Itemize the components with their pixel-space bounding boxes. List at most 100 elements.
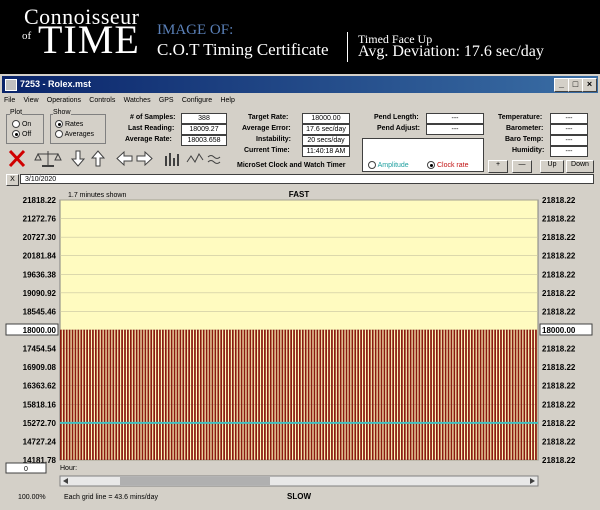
menu-file[interactable]: File — [4, 97, 15, 104]
wave-graph-icon[interactable] — [207, 155, 221, 164]
chart-bar — [468, 329, 470, 460]
chart-bar — [485, 329, 488, 460]
arrow-right-icon[interactable] — [136, 150, 153, 167]
arrow-down-icon[interactable] — [70, 150, 86, 167]
maximize-button[interactable]: □ — [568, 78, 583, 92]
chart-bar — [377, 329, 380, 460]
y-tick-left: 20727.30 — [23, 233, 57, 242]
target-rate-field[interactable]: 18000.00 — [302, 113, 350, 124]
y-tick-right: 21818.22 — [542, 345, 576, 354]
chart-bar — [342, 329, 345, 460]
chart-bar — [386, 329, 389, 460]
date-field[interactable]: 3/10/2020 — [20, 174, 594, 184]
chart-bar — [503, 329, 505, 460]
chart-bar — [246, 329, 249, 460]
down-button[interactable]: Down — [566, 160, 594, 173]
plus-button[interactable]: + — [488, 160, 508, 173]
chart-bar — [234, 329, 237, 460]
close-date-button[interactable]: X — [6, 174, 19, 186]
amplitude-radio[interactable]: Amplitude — [368, 161, 409, 169]
bar-graph-icon[interactable] — [165, 153, 179, 166]
chart-bar — [450, 329, 453, 460]
chart-bar — [304, 329, 307, 460]
menu-operations[interactable]: Operations — [47, 97, 81, 104]
chart-bar — [438, 329, 441, 460]
microset-label: MicroSet Clock and Watch Timer — [237, 162, 346, 169]
samples-field: 388 — [181, 113, 227, 124]
menu-help[interactable]: Help — [220, 97, 234, 104]
chart-bar — [444, 329, 447, 460]
chart-bar — [433, 329, 435, 460]
average-error-field: 17.6 sec/day — [302, 124, 350, 135]
chart-bar — [290, 329, 293, 460]
chart-bar — [243, 329, 246, 460]
arrow-up-icon[interactable] — [90, 150, 106, 167]
menu-watches[interactable]: Watches — [124, 97, 151, 104]
rate-chart: 1.7 minutes shown FAST 21818.22 21818.22 212… — [4, 188, 596, 506]
y-tick-right: 21818.22 — [542, 456, 576, 465]
menu-view[interactable]: View — [24, 97, 39, 104]
show-averages-radio[interactable]: Averages — [55, 130, 94, 138]
chart-bar — [406, 329, 409, 460]
chart-bar — [261, 329, 263, 460]
chart-bar — [371, 329, 374, 460]
chart-bar — [138, 329, 141, 460]
chart-bar — [500, 329, 502, 460]
chart-bar — [529, 329, 532, 460]
minus-button[interactable]: — — [512, 160, 532, 173]
chart-bar — [65, 329, 68, 460]
temperature-label: Temperature: — [498, 114, 543, 121]
chart-bar — [77, 329, 80, 460]
chart-bar — [127, 329, 129, 460]
minimize-button[interactable]: _ — [554, 78, 569, 92]
stop-icon[interactable] — [8, 149, 26, 168]
chart-bar — [339, 329, 342, 460]
scrollbar-thumb[interactable] — [120, 477, 270, 485]
baro-temp-label: Baro Temp: — [505, 136, 544, 143]
y-tick-right: 21818.22 — [542, 270, 576, 279]
chart-bar — [360, 329, 362, 460]
y-tick-right: 21818.22 — [542, 215, 576, 224]
show-group-label: Show — [53, 109, 71, 116]
chart-bar — [80, 329, 83, 460]
chart-bar — [129, 329, 132, 460]
instability-label: Instability: — [256, 136, 292, 143]
chart-bar — [118, 329, 121, 460]
chart-bar — [281, 329, 284, 460]
menu-configure[interactable]: Configure — [182, 97, 212, 104]
chart-bar — [453, 329, 456, 460]
plot-off-radio[interactable]: Off — [12, 130, 31, 138]
chart-bar — [188, 329, 190, 460]
chart-bar — [403, 329, 406, 460]
chart-bar — [167, 329, 170, 460]
slow-label: SLOW — [287, 492, 311, 501]
plot-on-radio[interactable]: On — [12, 120, 31, 128]
chart-bar — [97, 329, 100, 460]
chart-bar — [363, 329, 365, 460]
chart-bar — [322, 329, 325, 460]
chart-bar — [333, 329, 336, 460]
up-button[interactable]: Up — [540, 160, 564, 173]
chart-bar — [316, 329, 319, 460]
arrow-left-icon[interactable] — [116, 150, 133, 167]
close-window-button[interactable]: × — [582, 78, 597, 92]
clock-rate-radio[interactable]: Clock rate — [427, 161, 468, 169]
shown-label: 1.7 minutes shown — [68, 192, 126, 199]
chart-bar — [296, 329, 298, 460]
pend-adjust-field: --- — [426, 124, 484, 135]
scale-icon[interactable] — [34, 151, 62, 167]
average-rate-label: Average Rate: — [125, 136, 172, 143]
baro-temp-field: --- — [550, 135, 588, 146]
chart-bar — [132, 329, 135, 460]
chart-bar — [258, 329, 260, 460]
line-graph-icon[interactable] — [186, 153, 204, 163]
current-time-field: 11:40:18 AM — [302, 146, 350, 157]
chart-bar — [217, 329, 220, 460]
show-rates-radio[interactable]: Rates — [55, 120, 83, 128]
menu-controls[interactable]: Controls — [89, 97, 115, 104]
chart-bar — [366, 329, 368, 460]
chart-bar — [103, 329, 106, 460]
menu-gps[interactable]: GPS — [159, 97, 174, 104]
zoom-label: 100.00% — [18, 494, 46, 501]
chart-bar — [237, 329, 240, 460]
